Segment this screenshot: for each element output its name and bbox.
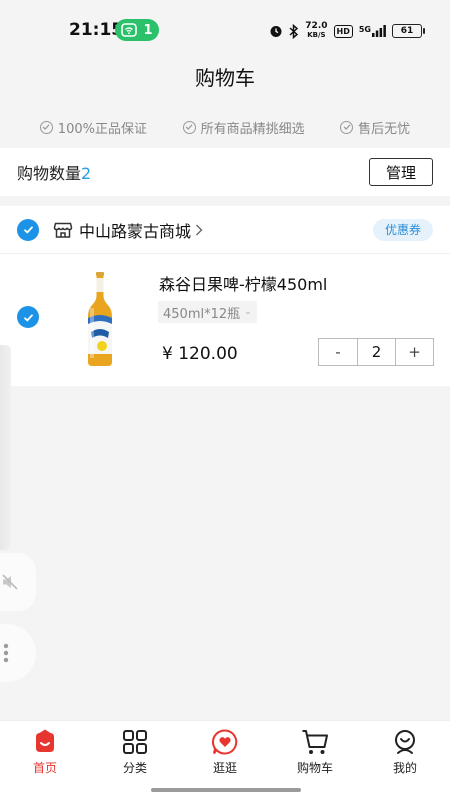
guarantee-bar: 100%正品保证 所有商品精挑细选 售后无忧 [0,112,450,142]
store-select-checkbox[interactable] [17,218,39,241]
more-toggle[interactable] [0,624,36,682]
chevron-right-icon[interactable] [195,224,203,236]
quantity-stepper: - 2 + [318,338,434,366]
battery-icon: 61 [392,24,425,38]
more-vertical-icon [3,643,9,663]
net-speed: 72.0 KB/S [305,21,328,40]
nav-label: 我的 [392,761,417,775]
check-circle-icon [182,120,196,134]
chevron-down-icon: ⌄ [244,307,252,317]
side-drawer-handle[interactable] [0,345,11,550]
alarm-icon [270,26,282,37]
product-image[interactable] [84,272,116,366]
profile-icon [395,730,415,754]
check-circle-icon [39,120,53,134]
increase-button[interactable]: + [396,339,433,365]
spec-value: 450ml*12瓶 [163,306,241,322]
store-header: 中山路蒙古商城 优惠券 [0,206,450,254]
shop-icon [53,222,73,238]
home-icon [36,729,54,752]
status-bar: 21:15 1 72.0 KB/S HD 5G 61 [0,0,450,58]
guarantee-aftersales: 售后无忧 [340,118,410,137]
nav-label: 逛逛 [212,761,237,775]
signal-bars-icon [372,25,386,37]
page-title: 购物车 [195,66,255,90]
cart-item: 森谷日果啤-柠檬450ml 450ml*12瓶 ⌄ ¥ 120.00 - 2 + [0,254,450,385]
store-card: 中山路蒙古商城 优惠券 森谷日果啤-柠檬450ml 450ml*12瓶 ⌄ ¥ … [0,206,450,386]
cart-icon [302,730,328,754]
cart-count: 购物数量2 [17,164,92,183]
signal-indicator: 5G [359,25,386,37]
status-icons: 72.0 KB/S HD 5G 61 [269,19,425,43]
checkmark-icon [23,226,33,234]
hotspot-count: 1 [143,22,153,38]
nav-label: 购物车 [296,761,333,775]
heart-chat-icon [212,729,238,755]
decrease-button[interactable]: - [319,339,358,365]
checkmark-icon [23,313,33,322]
quantity-input[interactable]: 2 [358,339,396,365]
mute-icon [2,574,18,590]
product-name[interactable]: 森谷日果啤-柠檬450ml [159,271,327,295]
manage-button[interactable]: 管理 [369,158,433,186]
guarantee-selected: 所有商品精挑细选 [182,118,305,137]
nav-home[interactable]: 首页 [5,721,85,800]
spec-select[interactable]: 450ml*12瓶 ⌄ [158,301,257,323]
nav-label: 分类 [122,761,147,775]
store-name-link[interactable]: 中山路蒙古商城 [79,218,191,242]
cart-count-value: 2 [81,164,92,183]
bluetooth-icon [289,23,299,39]
coupon-button[interactable]: 优惠券 [373,218,433,241]
nav-profile[interactable]: 我的 [365,721,445,800]
wifi-hotspot-icon [121,23,138,37]
hd-badge: HD [333,24,353,38]
home-indicator[interactable] [151,788,301,792]
nav-label: 首页 [32,761,57,775]
grid-icon [123,730,147,754]
guarantee-authentic: 100%正品保证 [39,118,147,137]
cart-count-bar: 购物数量2 管理 [0,148,450,196]
check-circle-icon [340,120,354,134]
mute-toggle[interactable] [0,553,36,611]
product-price: ¥ 120.00 [162,344,238,364]
item-select-checkbox[interactable] [17,306,39,328]
hotspot-indicator[interactable]: 1 [115,19,159,41]
